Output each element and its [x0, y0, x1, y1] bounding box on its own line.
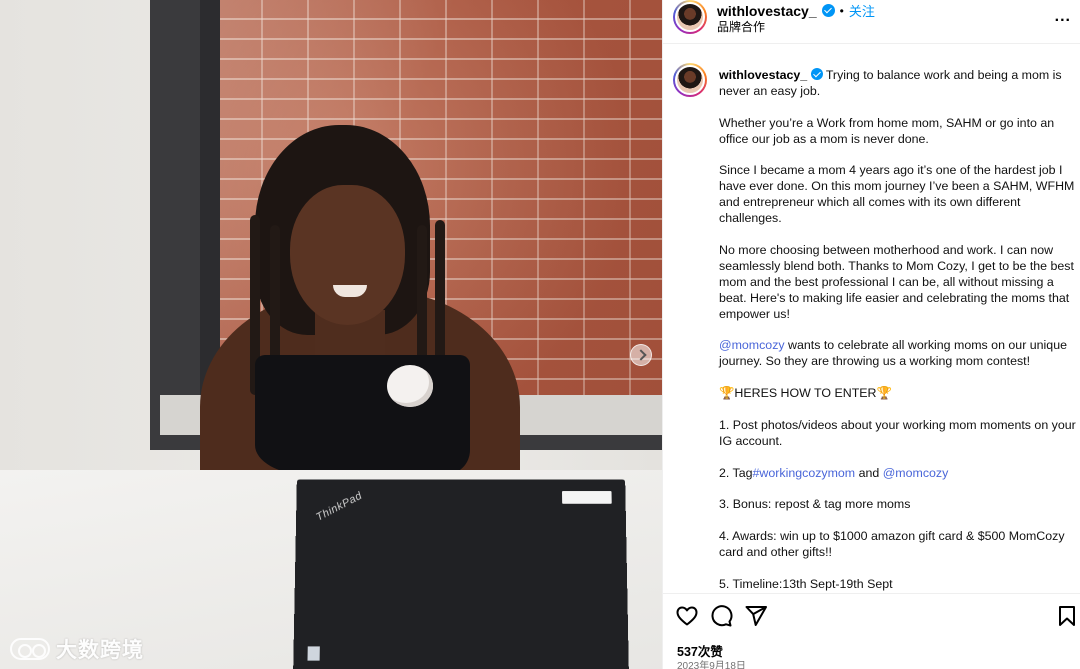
laptop-sticker: [307, 646, 320, 661]
caption-paragraph: 2. Tag#workingcozymom and @momcozy: [719, 466, 1077, 482]
header-username[interactable]: withlovestacy_: [717, 3, 817, 19]
heart-icon[interactable]: [675, 604, 699, 628]
avatar-image: [675, 65, 705, 95]
post-header: withlovestacy_ • 关注 品牌合作 ...: [663, 0, 1080, 44]
follow-button[interactable]: 关注: [849, 1, 875, 20]
post-date: 2023年9月18日: [677, 661, 746, 669]
caption-paragraph: 4. Awards: win up to $1000 amazon gift c…: [719, 529, 1065, 560]
caption-paragraph: Since I became a mom 4 years ago it’s on…: [719, 163, 1075, 226]
watermark-text: 大数跨境: [56, 639, 144, 662]
sports-bra: [255, 355, 470, 475]
mention-link[interactable]: @momcozy: [883, 466, 949, 480]
mention-link[interactable]: @momcozy: [719, 338, 785, 352]
caption-paragraph: 3. Bonus: repost & tag more moms: [719, 497, 911, 512]
verified-badge-icon: [821, 4, 835, 17]
caption-text: withlovestacy_ Trying to balance work an…: [719, 68, 1077, 593]
laptop-label: [561, 491, 612, 504]
caption-paragraph: No more choosing between motherhood and …: [719, 242, 1074, 321]
caption-paragraph: withlovestacy_ Trying to balance work an…: [719, 68, 1077, 100]
action-bar: 537次赞 2023年9月18日: [663, 593, 1080, 669]
hashtag-link[interactable]: #workingcozymom: [753, 466, 856, 480]
laptop: ThinkPad: [293, 479, 629, 669]
caption-username[interactable]: withlovestacy_: [719, 68, 807, 82]
caption-paragraph: Whether you’re a Work from home mom, SAH…: [719, 115, 1055, 146]
caption-paragraph: 5. Timeline:13th Sept-19th Sept: [719, 576, 893, 591]
more-options-icon[interactable]: ...: [1055, 8, 1071, 26]
comment-icon[interactable]: [709, 604, 733, 628]
caption-paragraph: 1. Post photos/videos about your working…: [719, 417, 1076, 448]
verified-badge-icon: [810, 68, 823, 80]
carousel-next-button[interactable]: [630, 344, 652, 366]
avatar-image: [675, 2, 705, 32]
caption-paragraph: @momcozy wants to celebrate all working …: [719, 338, 1077, 370]
laptop-brand: ThinkPad: [314, 489, 365, 524]
caption-text-span: and: [855, 465, 883, 480]
chevron-right-icon: [635, 349, 647, 361]
bookmark-icon[interactable]: [1055, 604, 1079, 628]
caption-heading: 🏆HERES HOW TO ENTER🏆: [719, 386, 892, 401]
send-icon[interactable]: [744, 604, 768, 628]
face: [290, 185, 405, 325]
separator-dot: •: [839, 3, 844, 18]
avatar[interactable]: [673, 0, 707, 34]
breast-pump: [387, 365, 433, 407]
watermark-logo-icon: [10, 638, 50, 660]
caption-text-span: 2. Tag: [719, 465, 753, 480]
watermark: 大数跨境: [10, 634, 144, 664]
caption-avatar[interactable]: [673, 63, 707, 97]
paid-partnership-label[interactable]: 品牌合作: [717, 18, 765, 35]
braid: [435, 220, 445, 360]
post-image[interactable]: ThinkPad 大数跨境: [0, 0, 662, 669]
post-sidebar: withlovestacy_ • 关注 品牌合作 ... withlovesta…: [662, 0, 1080, 669]
caption-area: withlovestacy_ Trying to balance work an…: [663, 60, 1080, 593]
